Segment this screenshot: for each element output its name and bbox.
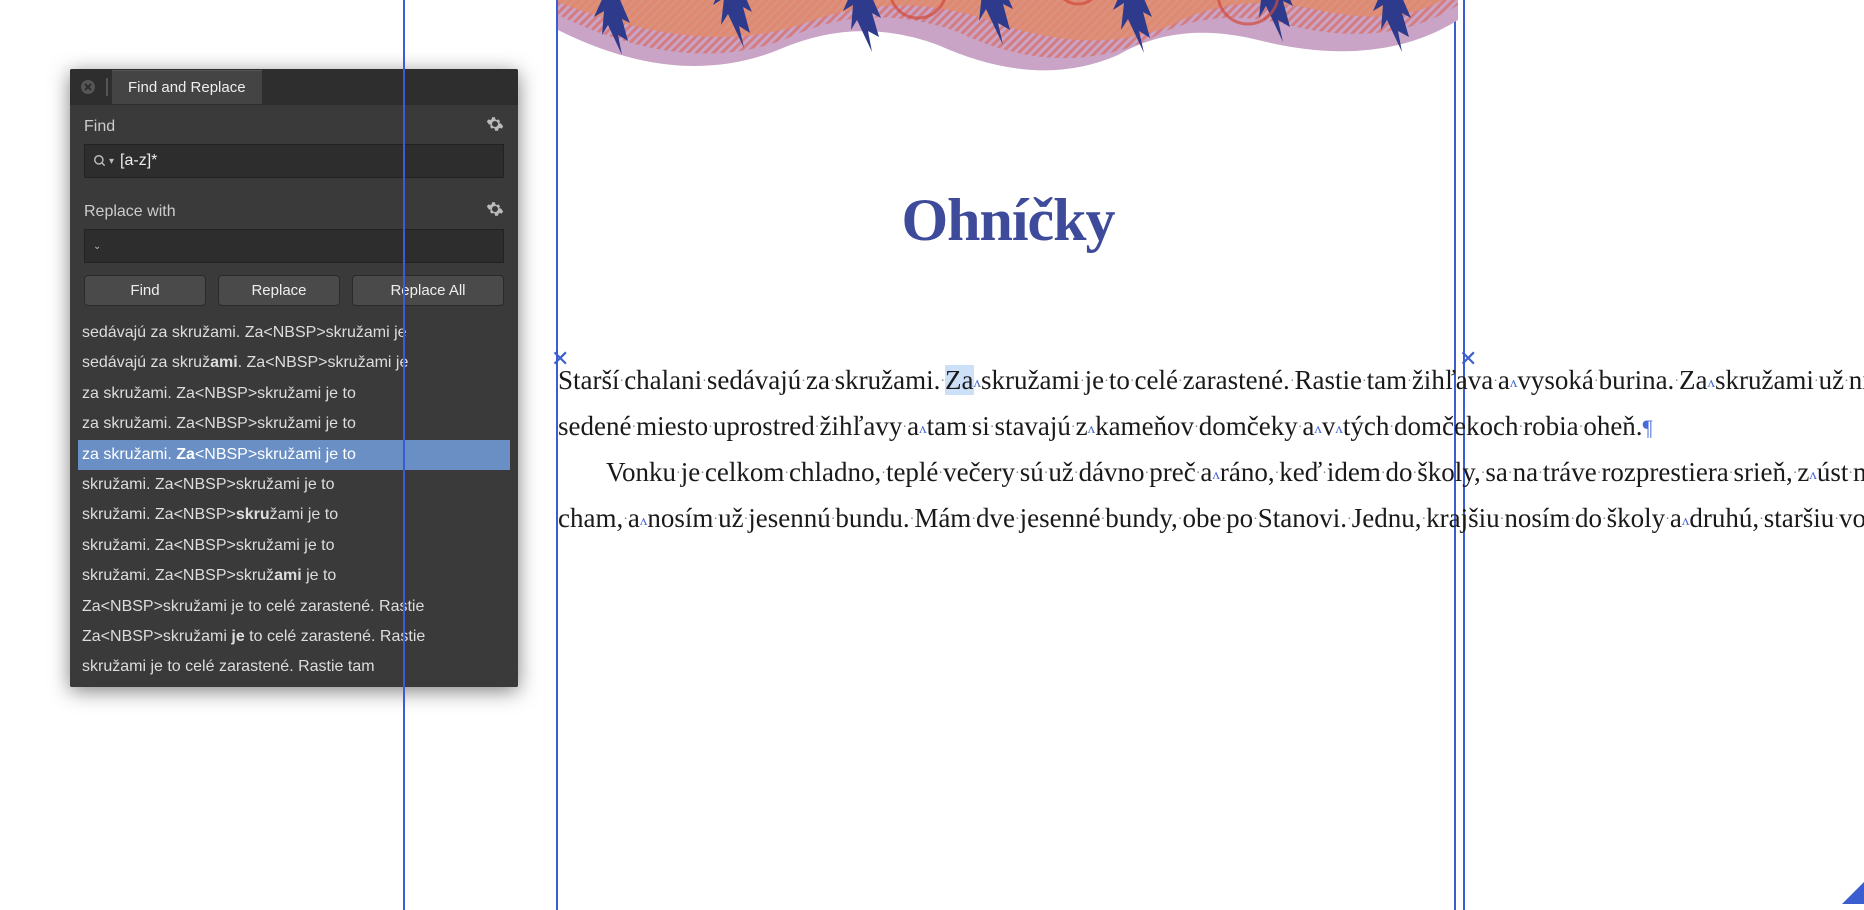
result-item[interactable]: skružami. Za<NBSP>skružami je to xyxy=(78,500,510,530)
find-label: Find xyxy=(84,118,115,136)
search-icon[interactable]: ▾ xyxy=(85,154,120,168)
close-icon[interactable] xyxy=(70,69,106,105)
result-item[interactable]: skružami. Za<NBSP>skružami je to xyxy=(78,561,510,591)
replace-button[interactable]: Replace xyxy=(218,275,340,306)
replace-all-button[interactable]: Replace All xyxy=(352,275,504,306)
results-list[interactable]: sedávajú za skružami. Za<NBSP>skružami j… xyxy=(70,318,518,687)
anchor-icon[interactable]: ✕ xyxy=(1459,346,1477,372)
result-item[interactable]: za skružami. Za<NBSP>skružami je to xyxy=(78,379,510,409)
chevron-down-icon[interactable]: ▾ xyxy=(109,156,114,167)
panel-tabbar: Find and Replace xyxy=(70,69,518,105)
tab-find-replace[interactable]: Find and Replace xyxy=(112,70,262,104)
result-item[interactable]: sedávajú za skružami. Za<NBSP>skružami j… xyxy=(78,318,510,348)
document-page: ✕ ✕ xyxy=(403,0,1864,904)
chevron-down-icon[interactable]: ⌄ xyxy=(85,241,107,252)
body-text[interactable]: Starší·chalani·sedávajú·za·skružami.·Zaᴧ… xyxy=(558,358,1458,542)
page-corner-icon[interactable] xyxy=(1842,882,1864,904)
result-item[interactable]: sedávajú za skružami. Za<NBSP>skružami j… xyxy=(78,348,510,378)
find-button[interactable]: Find xyxy=(84,275,206,306)
result-item[interactable]: Za<NBSP>skružami je to celé zarastené. R… xyxy=(78,592,510,622)
replace-label: Replace with xyxy=(84,203,176,221)
result-item[interactable]: Za<NBSP>skružami je to celé zarastené. R… xyxy=(78,622,510,652)
anchor-icon[interactable]: ✕ xyxy=(551,346,569,372)
replace-input[interactable] xyxy=(107,230,503,262)
find-input[interactable] xyxy=(120,145,503,177)
text-frame[interactable] xyxy=(556,0,1456,910)
result-item[interactable]: skružami je to celé zarastené. Rastie ta… xyxy=(78,652,510,682)
replace-input-wrap[interactable]: ⌄ xyxy=(84,229,504,263)
result-item[interactable]: skružami. Za<NBSP>skružami je to xyxy=(78,470,510,500)
gear-icon[interactable] xyxy=(486,115,504,138)
result-item[interactable]: za skružami. Za<NBSP>skružami je to xyxy=(78,440,510,470)
find-input-wrap[interactable]: ▾ xyxy=(84,144,504,178)
gear-icon[interactable] xyxy=(486,200,504,223)
result-item[interactable]: za skružami. Za<NBSP>skružami je to xyxy=(78,409,510,439)
result-item[interactable]: skružami. Za<NBSP>skružami je to xyxy=(78,531,510,561)
tab-separator xyxy=(106,78,108,96)
find-replace-panel: Find and Replace Find ▾ Replace with ⌄ F… xyxy=(70,69,518,687)
illustration xyxy=(558,0,1458,100)
page-title: Ohníčky xyxy=(558,186,1458,255)
